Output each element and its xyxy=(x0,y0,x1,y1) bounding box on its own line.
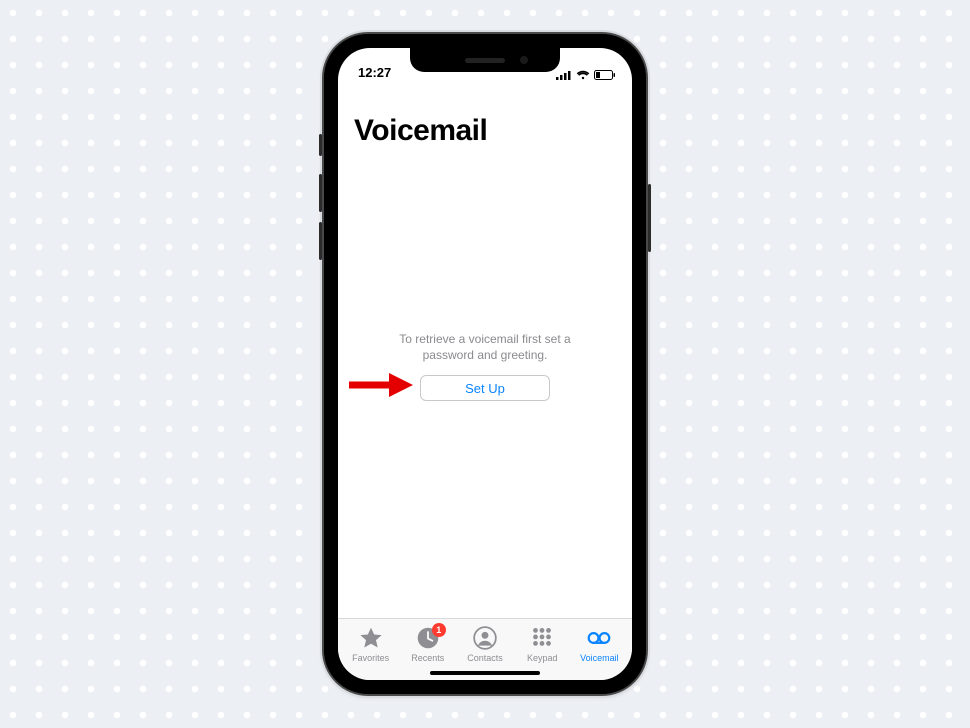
volume-down-button xyxy=(319,222,322,260)
notch xyxy=(410,48,560,72)
phone-frame: 12:27 Voicem xyxy=(324,34,646,694)
voicemail-icon xyxy=(586,625,612,651)
status-right xyxy=(556,70,616,80)
mute-switch xyxy=(319,134,322,156)
cellular-icon xyxy=(556,70,572,80)
star-icon xyxy=(358,625,384,651)
tab-label: Keypad xyxy=(527,653,558,663)
tab-label: Contacts xyxy=(467,653,503,663)
tab-contacts[interactable]: Contacts xyxy=(456,625,513,663)
tab-label: Voicemail xyxy=(580,653,619,663)
set-up-button-label: Set Up xyxy=(465,381,505,396)
set-up-button[interactable]: Set Up xyxy=(420,375,550,401)
setup-hint-text: To retrieve a voicemail first set a pass… xyxy=(399,331,570,363)
home-indicator[interactable] xyxy=(430,671,540,675)
status-time: 12:27 xyxy=(358,65,391,80)
tab-recents[interactable]: 1 Recents xyxy=(399,625,456,663)
tab-label: Favorites xyxy=(352,653,389,663)
battery-icon xyxy=(594,70,616,80)
page-title: Voicemail xyxy=(338,82,632,154)
volume-up-button xyxy=(319,174,322,212)
wifi-icon xyxy=(576,70,590,80)
content-area: To retrieve a voicemail first set a pass… xyxy=(338,154,632,618)
contact-icon xyxy=(472,625,498,651)
tab-voicemail[interactable]: Voicemail xyxy=(571,625,628,663)
recents-badge: 1 xyxy=(432,623,446,637)
speaker-grille xyxy=(465,58,505,63)
tab-keypad[interactable]: Keypad xyxy=(514,625,571,663)
front-camera xyxy=(520,56,528,64)
screen: 12:27 Voicem xyxy=(338,48,632,680)
keypad-icon xyxy=(529,625,555,651)
tab-label: Recents xyxy=(411,653,444,663)
power-button xyxy=(648,184,651,252)
tab-favorites[interactable]: Favorites xyxy=(342,625,399,663)
